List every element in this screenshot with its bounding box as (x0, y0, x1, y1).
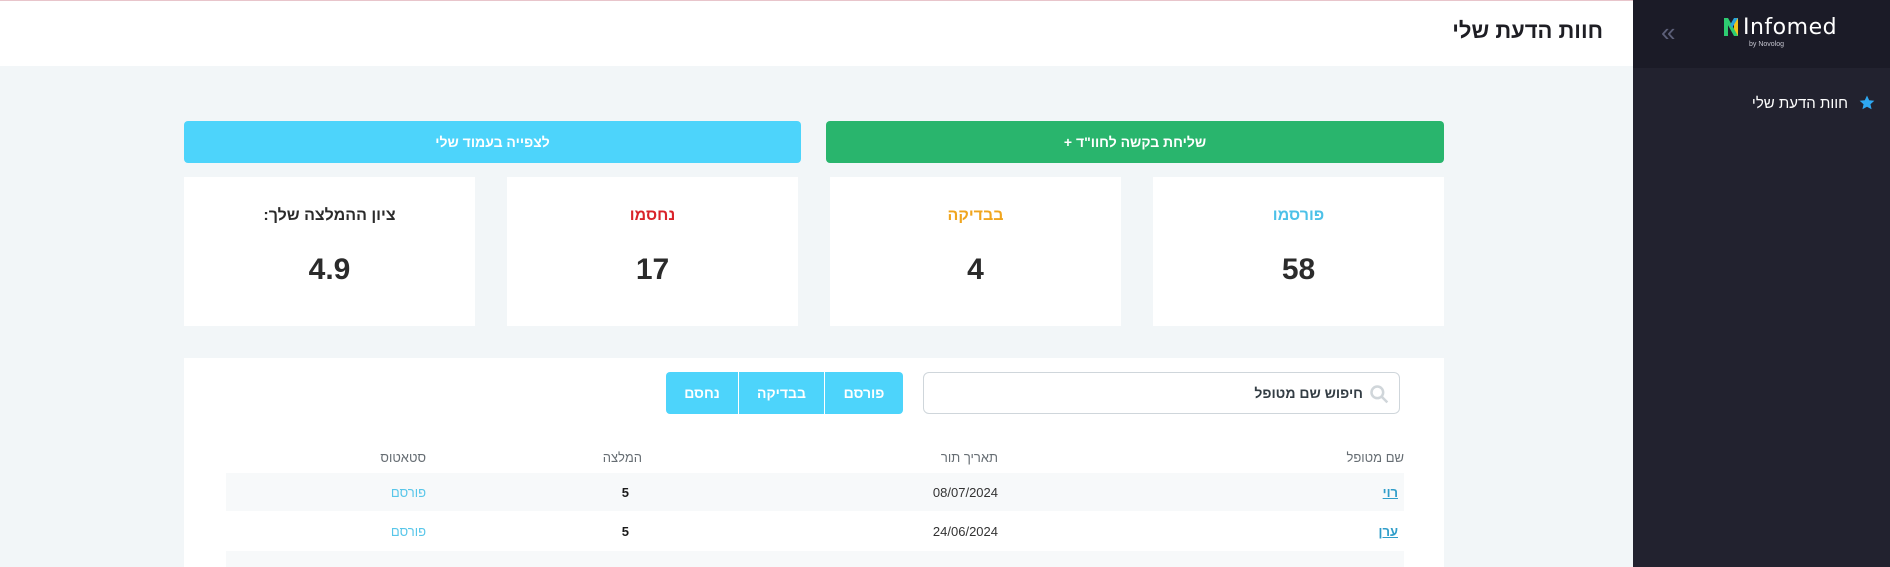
sidebar-item-label: חוות הדעת שלי (1751, 94, 1848, 112)
column-header-appointment-date: תאריך תור (940, 450, 998, 465)
stat-card-in-review: בבדיקה 4 (830, 177, 1121, 326)
status-text: פורסם (390, 524, 426, 539)
logo-text: Infomed (1743, 15, 1838, 40)
appointment-date: 24/06/2024 (932, 524, 998, 539)
sidebar: « Infomed by Novolog חוות הדעת שלי (1633, 0, 1890, 567)
status-filter-group: פורסם בבדיקה נחסם (666, 372, 903, 414)
reviews-panel: פורסם בבדיקה נחסם שם מטופל תאריך תור המל… (184, 358, 1444, 567)
double-chevron-left-icon[interactable]: « (1661, 18, 1675, 46)
status-text: פורסם (390, 485, 426, 500)
stat-card-recommendation-score: ציון ההמלצה שלך: 4.9 (184, 177, 475, 326)
logo: Infomed by Novolog (1724, 15, 1854, 54)
sidebar-item-my-reviews[interactable]: חוות הדעת שלי (1633, 84, 1890, 122)
stat-value: 4.9 (308, 253, 351, 286)
logo-subtitle: by Novolog (1749, 41, 1785, 48)
table-row: רוי 08/07/2024 5 פורסם (226, 473, 1404, 511)
stat-label: פורסמו (1272, 207, 1325, 224)
search-input[interactable] (933, 373, 1363, 413)
stat-label: בבדיקה (947, 207, 1004, 224)
patient-name-link[interactable]: ערן (1379, 524, 1398, 539)
table-row: ערן 24/06/2024 5 פורסם (226, 512, 1404, 550)
star-icon (1859, 95, 1875, 110)
column-header-patient-name: שם מטופל (1346, 450, 1404, 465)
filter-in-review-button[interactable]: בבדיקה (739, 372, 825, 414)
stat-label: ציון ההמלצה שלך: (263, 207, 396, 224)
stat-value: 4 (967, 253, 984, 286)
recommendation-value: 5 (621, 524, 629, 539)
search-icon (1370, 385, 1389, 404)
search-box (923, 372, 1400, 414)
infomed-logo-icon (1724, 18, 1738, 36)
stat-value: 17 (635, 253, 670, 286)
column-header-status: סטאטוס (380, 450, 426, 465)
stat-card-published: פורסמו 58 (1153, 177, 1444, 326)
page-title: חוות הדעת שלי (1452, 18, 1603, 43)
send-review-request-button[interactable]: שליחת בקשה לחוו"ד + (826, 121, 1444, 163)
stat-card-blocked: נחסמו 17 (507, 177, 798, 326)
recommendation-value: 5 (621, 485, 629, 500)
top-header: חוות הדעת שלי (0, 0, 1633, 66)
view-my-page-button[interactable]: לצפייה בעמוד שלי (184, 121, 801, 163)
column-header-recommendation: המלצה (602, 450, 642, 465)
table-row (226, 551, 1404, 567)
filter-blocked-button[interactable]: נחסם (666, 372, 739, 414)
patient-name-link[interactable]: רוי (1383, 485, 1398, 500)
stat-label: נחסמו (629, 207, 676, 224)
filter-published-button[interactable]: פורסם (825, 372, 903, 414)
stat-value: 58 (1281, 253, 1316, 286)
sidebar-header: « Infomed by Novolog (1633, 0, 1890, 68)
appointment-date: 08/07/2024 (932, 485, 998, 500)
